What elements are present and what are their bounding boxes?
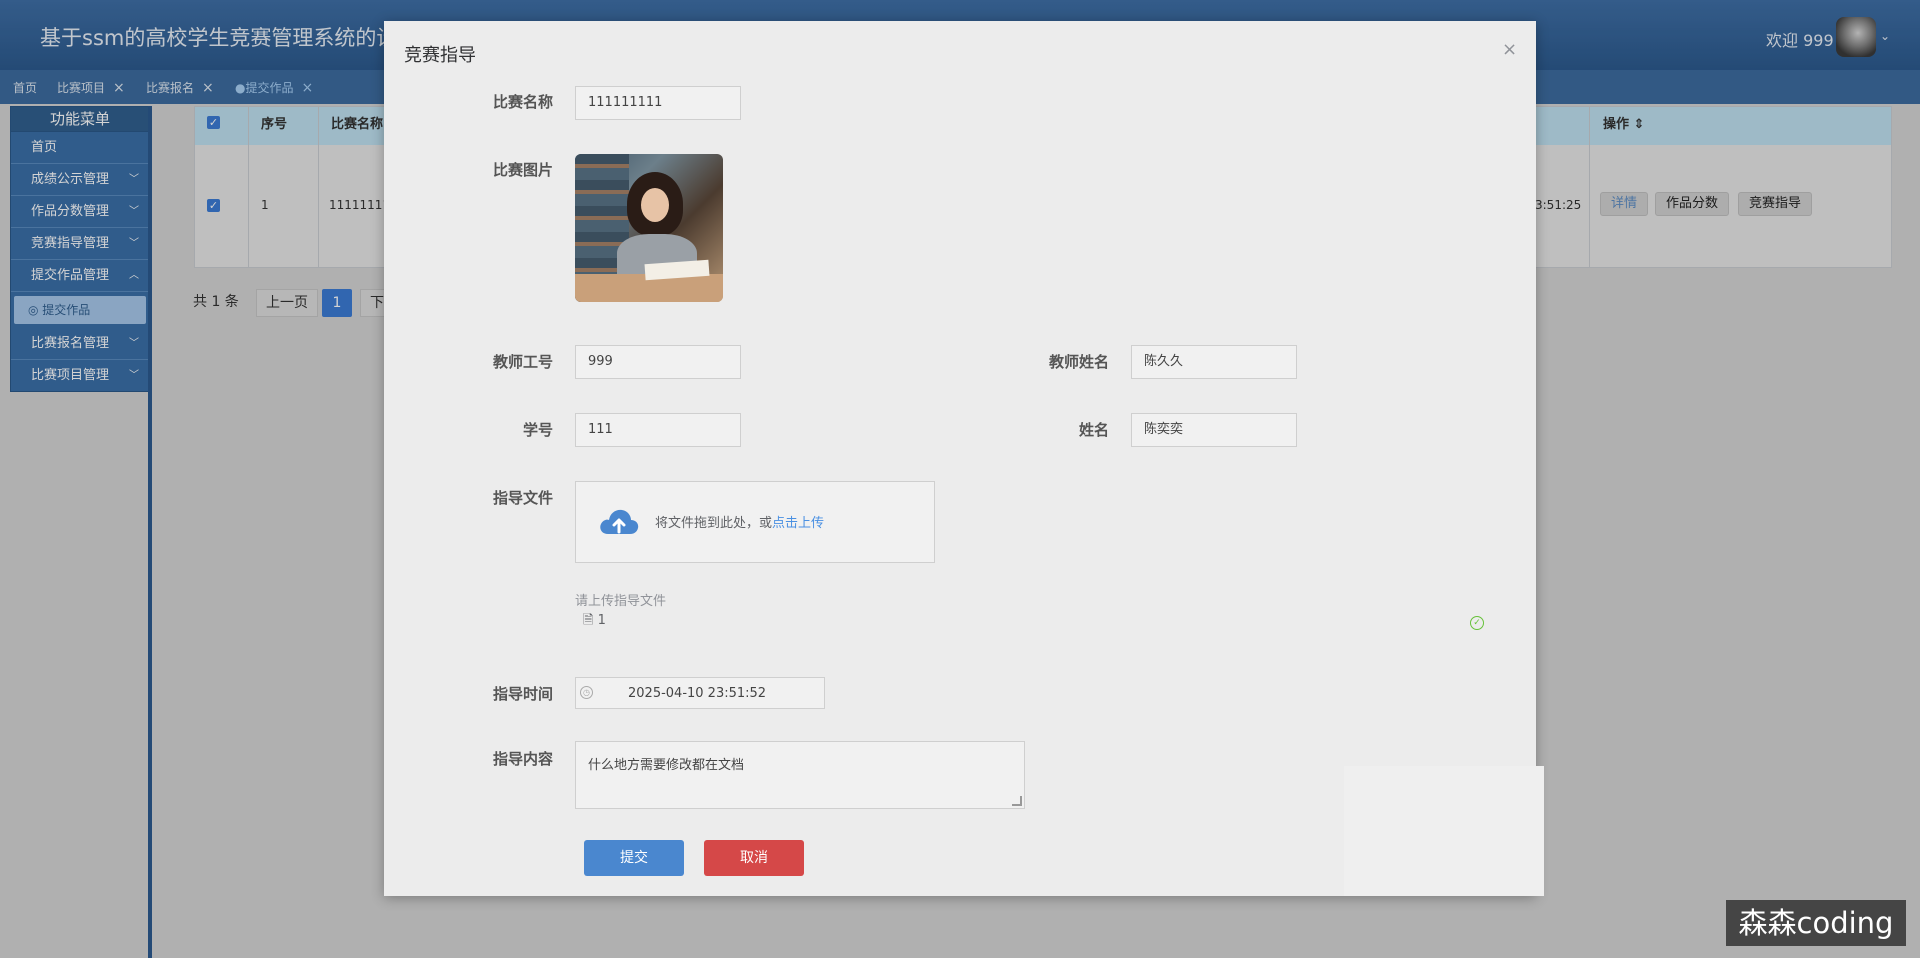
cancel-button[interactable]: 取消 [704,840,804,876]
student-name-input[interactable]: 陈奕奕 [1131,413,1297,447]
file-upload-dropzone[interactable]: 将文件拖到此处，或点击上传 [575,481,935,563]
click-upload-link[interactable]: 点击上传 [772,516,824,531]
teacher-id-label: 教师工号 [492,353,553,371]
contest-name-input[interactable]: 111111111 [575,86,741,120]
dialog-title: 竞赛指导 [404,45,476,66]
guide-time-picker[interactable]: ◷ 2025-04-10 23:51:52 [575,677,825,709]
contest-image [575,154,723,302]
contest-guide-dialog: 竞赛指导 × 比赛名称 111111111 比赛图片 教师工号 999 教师姓名… [384,21,1536,896]
watermark: 森森coding [1726,900,1906,946]
student-name-label: 姓名 [1078,421,1109,439]
student-id-label: 学号 [522,421,553,439]
close-icon[interactable]: × [1502,39,1517,60]
submit-button[interactable]: 提交 [584,840,684,876]
document-icon: 🗎 [583,613,594,628]
guide-file-label: 指导文件 [492,489,553,507]
upload-instructions: 将文件拖到此处，或点击上传 [655,512,824,531]
teacher-id-input[interactable]: 999 [575,345,741,379]
contest-name-label: 比赛名称 [492,93,553,111]
upload-hint: 请上传指导文件 [575,594,667,609]
student-id-input[interactable]: 111 [575,413,741,447]
drop-text: 将文件拖到此处，或 [655,516,773,531]
guide-content-value: 什么地方需要修改都在文档 [588,758,745,773]
contest-image-label: 比赛图片 [492,161,553,179]
blurred-region [1344,766,1544,896]
clock-icon: ◷ [580,686,593,699]
guide-time-value: 2025-04-10 23:51:52 [628,686,767,701]
cloud-upload-icon [600,509,639,534]
guide-content-label: 指导内容 [492,750,553,768]
guide-time-label: 指导时间 [492,685,553,703]
resize-handle-icon[interactable] [1012,796,1022,806]
check-circle-icon: ✓ [1470,616,1484,630]
teacher-name-label: 教师姓名 [1048,353,1109,371]
guide-content-textarea[interactable]: 什么地方需要修改都在文档 [575,741,1025,809]
uploaded-file-item[interactable]: 🗎 1 [583,611,606,633]
uploaded-file-name: 1 [597,613,606,628]
teacher-name-input[interactable]: 陈久久 [1131,345,1297,379]
